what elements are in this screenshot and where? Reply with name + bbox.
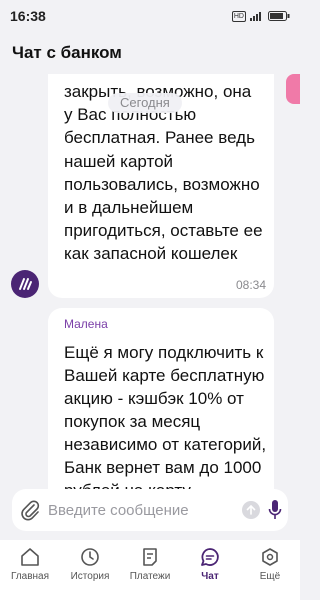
side-tab[interactable] (286, 74, 300, 104)
tab-history[interactable]: История (61, 546, 119, 582)
status-bar: 16:38 HD (0, 0, 300, 32)
chat-header: Чат с банком (0, 32, 300, 74)
battery-icon (268, 11, 290, 21)
home-icon (21, 548, 39, 566)
date-divider: Сегодня (108, 93, 182, 113)
tab-payments[interactable]: Платежи (121, 546, 179, 582)
bank-logo-icon (19, 278, 32, 290)
tab-label: История (70, 571, 110, 582)
message-input[interactable] (48, 489, 228, 531)
page-title: Чат с банком (12, 43, 122, 62)
message-bubble: Малена Ещё я могу подключить к Вашей кар… (48, 308, 274, 500)
tab-home[interactable]: Главная (1, 546, 59, 582)
hd-icon: HD (231, 10, 246, 22)
send-icon[interactable] (242, 501, 260, 519)
message-time: 08:34 (235, 278, 266, 292)
tab-chat[interactable]: Чат (181, 546, 239, 582)
status-icons: HD (231, 10, 290, 22)
tab-more[interactable]: Ещё (241, 546, 299, 582)
paperclip-icon[interactable] (20, 499, 40, 521)
tab-label: Платежи (129, 571, 171, 582)
tab-label: Главная (10, 571, 50, 582)
more-icon (262, 548, 278, 566)
payments-icon (143, 548, 157, 566)
microphone-icon[interactable] (268, 499, 282, 521)
composer (12, 489, 288, 531)
clock-icon (81, 548, 99, 566)
status-time: 16:38 (10, 8, 46, 24)
message-text: Ещё я могу подключить к Вашей карте бесп… (64, 343, 267, 500)
bottom-tab-bar: Главная История Платежи Чат Ещё (0, 540, 300, 600)
bank-avatar (11, 270, 39, 298)
signal-icon (250, 12, 261, 21)
tab-label: Ещё (259, 571, 281, 582)
sender-name: Малена (64, 317, 108, 331)
tab-label: Чат (201, 571, 219, 582)
chat-icon (201, 548, 219, 566)
